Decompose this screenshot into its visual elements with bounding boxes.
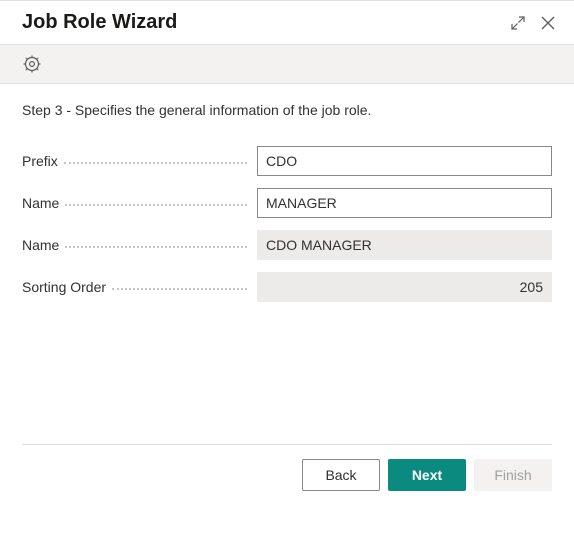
dots (64, 162, 247, 164)
display-sorting-order: 205 (257, 272, 552, 302)
row-prefix: Prefix (22, 146, 552, 176)
wizard-content: Step 3 - Specifies the general informati… (0, 84, 574, 444)
label-name: Name (22, 195, 65, 211)
input-prefix[interactable] (257, 146, 552, 176)
gear-icon[interactable] (22, 54, 42, 74)
toolbar (0, 44, 574, 84)
dialog-title: Job Role Wizard (22, 11, 510, 34)
dots (65, 246, 247, 248)
expand-icon[interactable] (510, 15, 526, 31)
dots (112, 288, 247, 290)
step-description: Step 3 - Specifies the general informati… (22, 102, 552, 118)
spacer (22, 314, 552, 444)
label-full-name: Name (22, 237, 65, 253)
row-name: Name (22, 188, 552, 218)
row-full-name: Name CDO MANAGER (22, 230, 552, 260)
input-name[interactable] (257, 188, 552, 218)
next-button[interactable]: Next (388, 459, 466, 491)
dialog-header: Job Role Wizard (0, 1, 574, 44)
header-icons (510, 15, 556, 31)
label-sorting-order: Sorting Order (22, 279, 112, 295)
display-full-name: CDO MANAGER (257, 230, 552, 260)
wizard-dialog: Job Role Wizard (0, 0, 574, 509)
close-icon[interactable] (540, 15, 556, 31)
finish-button: Finish (474, 459, 552, 491)
row-sorting-order: Sorting Order 205 (22, 272, 552, 302)
footer: Back Next Finish (0, 445, 574, 509)
dots (65, 204, 247, 206)
label-prefix: Prefix (22, 153, 64, 169)
back-button[interactable]: Back (302, 459, 380, 491)
